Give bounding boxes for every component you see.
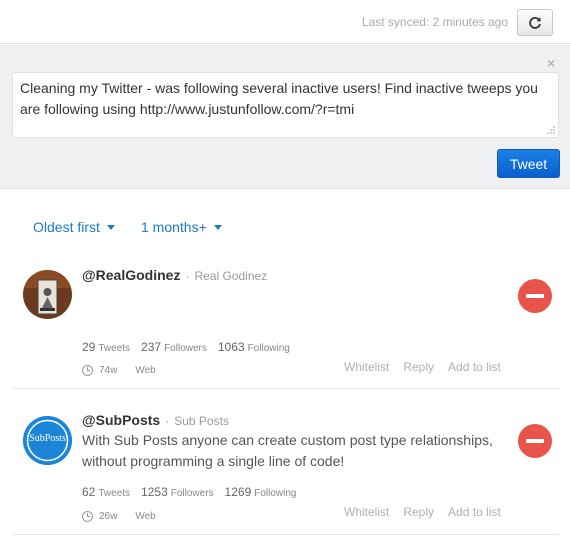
user-header: @SubPosts · Sub Posts bbox=[82, 412, 229, 428]
unfollow-button[interactable] bbox=[518, 424, 552, 458]
avatar-text: SubPosts bbox=[29, 433, 66, 444]
refresh-button[interactable] bbox=[517, 9, 553, 36]
avatar[interactable]: SubPosts bbox=[23, 416, 72, 465]
following-count: 1269 bbox=[224, 485, 252, 499]
sort-dropdown[interactable]: Oldest first bbox=[33, 219, 115, 235]
followers-count: 1253 bbox=[141, 485, 168, 499]
user-stats: 62 Tweets 1253 Followers 1269 Following bbox=[82, 483, 297, 501]
separator: · bbox=[185, 269, 190, 283]
followers-label: Followers bbox=[170, 488, 214, 499]
add-to-list-link[interactable]: Add to list bbox=[448, 505, 501, 519]
tweet-source: Web bbox=[135, 511, 156, 522]
age-label: 1 months+ bbox=[141, 219, 207, 235]
add-to-list-link[interactable]: Add to list bbox=[448, 360, 501, 374]
reply-link[interactable]: Reply bbox=[403, 505, 434, 519]
whitelist-link[interactable]: Whitelist bbox=[344, 360, 389, 374]
tweet-text: Cleaning my Twitter - was following seve… bbox=[20, 80, 538, 117]
user-handle[interactable]: @RealGodinez bbox=[82, 267, 180, 283]
whitelist-link[interactable]: Whitelist bbox=[344, 505, 389, 519]
following-label: Following bbox=[254, 488, 297, 499]
compose-panel: × Cleaning my Twitter - was following se… bbox=[0, 45, 570, 189]
user-stats: 29 Tweets 237 Followers 1063 Following bbox=[82, 338, 290, 356]
resize-grip-icon[interactable] bbox=[546, 125, 555, 134]
tweets-label: Tweets bbox=[98, 488, 131, 499]
avatar[interactable] bbox=[23, 270, 72, 319]
last-synced-text: Last synced: 2 minutes ago bbox=[361, 15, 508, 29]
divider bbox=[12, 388, 559, 389]
tweets-count: 29 bbox=[82, 340, 96, 354]
user-real-name: Real Godinez bbox=[194, 269, 268, 283]
minus-icon bbox=[526, 439, 544, 443]
clock-icon bbox=[82, 511, 93, 522]
tweet-button[interactable]: Tweet bbox=[497, 149, 560, 178]
tweet-source: Web bbox=[135, 365, 156, 376]
chevron-down-icon bbox=[213, 224, 222, 230]
age-dropdown[interactable]: 1 months+ bbox=[141, 219, 222, 235]
chevron-down-icon bbox=[106, 224, 115, 230]
clock-icon bbox=[82, 365, 93, 376]
unfollow-button[interactable] bbox=[518, 279, 552, 313]
following-label: Following bbox=[247, 343, 290, 354]
sort-label: Oldest first bbox=[33, 219, 100, 235]
tweet-meta: 74w Web bbox=[82, 365, 156, 376]
user-handle[interactable]: @SubPosts bbox=[82, 412, 160, 428]
tweets-label: Tweets bbox=[98, 343, 131, 354]
user-real-name: Sub Posts bbox=[174, 414, 229, 428]
close-icon[interactable]: × bbox=[547, 55, 555, 71]
tweets-count: 62 bbox=[82, 485, 96, 499]
tweet-textarea[interactable]: Cleaning my Twitter - was following seve… bbox=[12, 72, 559, 138]
last-tweet-age: 26w bbox=[99, 511, 118, 522]
following-count: 1063 bbox=[217, 340, 245, 354]
top-bar: Last synced: 2 minutes ago bbox=[0, 0, 570, 44]
followers-label: Followers bbox=[164, 343, 207, 354]
last-tweet-age: 74w bbox=[99, 365, 118, 376]
minus-icon bbox=[526, 294, 544, 298]
refresh-icon bbox=[529, 16, 541, 29]
followers-count: 237 bbox=[141, 340, 162, 354]
user-photo-icon bbox=[23, 270, 72, 319]
separator: · bbox=[165, 414, 170, 428]
divider bbox=[12, 534, 559, 535]
user-actions: Whitelist Reply Add to list bbox=[344, 360, 501, 374]
user-actions: Whitelist Reply Add to list bbox=[344, 505, 501, 519]
user-header: @RealGodinez · Real Godinez bbox=[82, 267, 267, 283]
user-bio: With Sub Posts anyone can create custom … bbox=[82, 432, 493, 469]
tweet-meta: 26w Web bbox=[82, 511, 156, 522]
reply-link[interactable]: Reply bbox=[403, 360, 434, 374]
